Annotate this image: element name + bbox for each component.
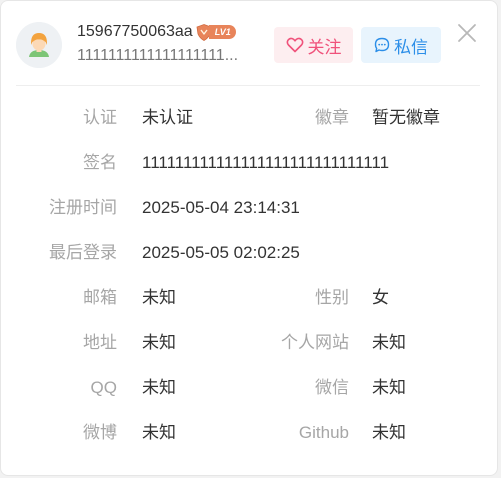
follow-label: 关注 <box>307 37 342 57</box>
avatar[interactable] <box>16 22 62 68</box>
close-button[interactable] <box>456 22 478 44</box>
badge-label: 徽章 <box>315 108 349 127</box>
name-row: 15967750063aa LV1 <box>77 20 236 44</box>
close-icon <box>458 24 476 42</box>
wechat-label: 微信 <box>315 378 349 397</box>
chat-bubble-icon <box>374 37 390 53</box>
info-row-register-time: 注册时间 2025-05-04 23:14:31 <box>1 196 499 220</box>
user-bio: 1111111111111111111... <box>77 47 239 64</box>
weibo-value: 未知 <box>142 423 176 442</box>
info-row-address-website: 地址 未知 个人网站 未知 <box>1 331 499 355</box>
level-label: LV1 <box>208 25 236 39</box>
info-row-signature: 签名 111111111111111111111111111111 <box>1 151 499 175</box>
info-row-auth-badge: 认证 未认证 徽章 暂无徽章 <box>1 106 499 130</box>
badge-value: 暂无徽章 <box>372 108 440 127</box>
profile-header: 15967750063aa LV1 1111111111111111111...… <box>16 19 486 71</box>
signature-label: 签名 <box>83 153 117 172</box>
qq-label: QQ <box>90 378 117 397</box>
info-row-weibo-github: 微博 未知 Github 未知 <box>1 421 499 445</box>
info-row-qq-wechat: QQ 未知 微信 未知 <box>1 376 499 400</box>
message-button[interactable]: 私信 <box>361 27 441 63</box>
github-label: Github <box>298 423 349 442</box>
header-divider <box>16 85 480 86</box>
last-login-label: 最后登录 <box>49 243 117 262</box>
register-time-value: 2025-05-04 23:14:31 <box>142 198 300 217</box>
website-value: 未知 <box>372 333 406 352</box>
user-profile-card: 15967750063aa LV1 1111111111111111111...… <box>0 0 498 476</box>
gender-label: 性别 <box>315 288 349 307</box>
username: 15967750063aa <box>77 23 193 40</box>
website-label: 个人网站 <box>281 333 349 352</box>
info-row-last-login: 最后登录 2025-05-05 02:02:25 <box>1 241 499 265</box>
message-label: 私信 <box>394 37 428 57</box>
heart-icon <box>286 37 303 53</box>
gender-value: 女 <box>372 288 389 307</box>
register-time-label: 注册时间 <box>49 198 117 217</box>
info-row-email-gender: 邮箱 未知 性别 女 <box>1 286 499 310</box>
wechat-value: 未知 <box>372 378 406 397</box>
address-value: 未知 <box>142 333 176 352</box>
weibo-label: 微博 <box>83 423 117 442</box>
github-value: 未知 <box>372 423 406 442</box>
follow-button[interactable]: 关注 <box>274 27 353 63</box>
address-label: 地址 <box>83 333 117 352</box>
auth-label: 认证 <box>83 108 117 127</box>
auth-value: 未认证 <box>142 108 193 127</box>
qq-value: 未知 <box>142 378 176 397</box>
email-label: 邮箱 <box>83 288 117 307</box>
signature-value: 111111111111111111111111111111 <box>142 153 390 172</box>
last-login-value: 2025-05-05 02:02:25 <box>142 243 300 262</box>
email-value: 未知 <box>142 288 176 307</box>
level-badge: LV1 <box>196 23 236 41</box>
